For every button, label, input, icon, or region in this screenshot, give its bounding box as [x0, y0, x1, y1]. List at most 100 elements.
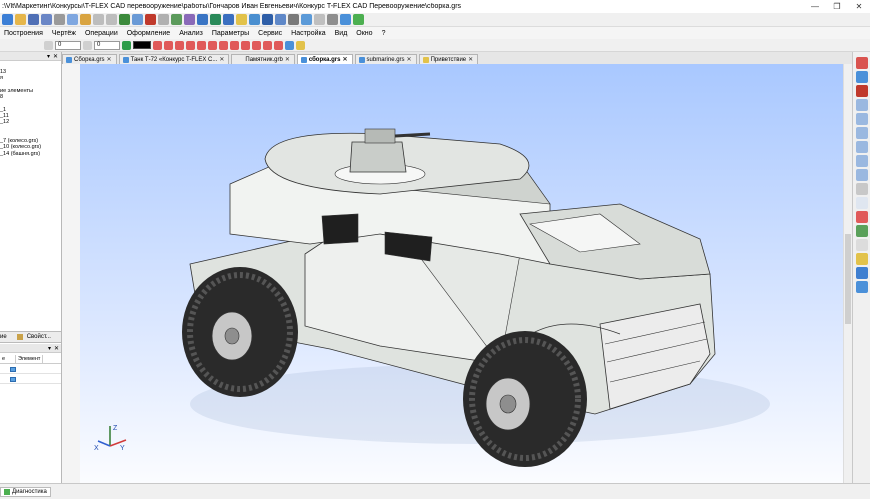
close-button[interactable]: ✕ [848, 0, 870, 13]
doc-tab-close-icon[interactable]: ✕ [107, 56, 112, 63]
style-icon-9[interactable] [241, 40, 250, 50]
color-icon[interactable] [122, 40, 131, 50]
style-icon-10[interactable] [252, 40, 261, 50]
column-type[interactable]: е [0, 355, 16, 363]
fit-icon[interactable] [855, 127, 868, 139]
pan-icon[interactable] [855, 57, 868, 69]
menu-constructions[interactable]: Построения [0, 30, 48, 37]
grid-icon[interactable] [855, 197, 868, 209]
new-icon[interactable] [2, 14, 13, 25]
search-icon[interactable] [855, 169, 868, 181]
material-icon[interactable] [249, 14, 260, 25]
style-icon-8[interactable] [230, 40, 239, 50]
panel-menu-icon[interactable]: ▾ [47, 53, 50, 60]
measure-icon[interactable] [197, 14, 208, 25]
display-icon[interactable] [855, 281, 868, 293]
style-icon-11[interactable] [263, 40, 272, 50]
orbit-icon[interactable] [855, 183, 868, 195]
style-icon-1[interactable] [153, 40, 162, 50]
zoom-in-icon[interactable] [855, 141, 868, 153]
shield-icon[interactable] [210, 14, 221, 25]
menu-drawing[interactable]: Чертёж [48, 30, 81, 37]
pen-icon[interactable] [119, 14, 130, 25]
copy-icon[interactable] [67, 14, 78, 25]
undo-view-icon[interactable] [855, 71, 868, 83]
doc-tab[interactable]: submarine.grs ✕ [354, 54, 417, 64]
style-icon-6[interactable] [208, 40, 217, 50]
explode-icon[interactable] [288, 14, 299, 25]
zoom-out-icon[interactable] [855, 155, 868, 167]
help-icon[interactable] [353, 14, 364, 25]
box-icon[interactable] [855, 253, 868, 265]
material-dots-icon[interactable] [855, 225, 868, 237]
zoom-window-icon[interactable] [855, 113, 868, 125]
cube-icon[interactable] [223, 14, 234, 25]
doc-tab-close-icon[interactable]: ✕ [407, 56, 412, 63]
doc-tab[interactable]: Танк Т-72 «Конкурс T-FLEX С... ✕ [118, 54, 230, 64]
panel-close-icon[interactable]: ✕ [53, 53, 58, 60]
3d-viewport[interactable]: Z Y X [80, 64, 852, 483]
menu-service[interactable]: Сервис [254, 30, 287, 37]
menu-view[interactable]: Вид [331, 30, 353, 37]
undo-icon[interactable] [93, 14, 104, 25]
vertical-scrollbar[interactable] [843, 64, 852, 483]
diagnostics-row[interactable] [0, 365, 61, 374]
menu-window[interactable]: Окно [352, 30, 377, 37]
menu-operations[interactable]: Операции [81, 30, 123, 37]
zoom-icon[interactable] [855, 99, 868, 111]
shade-icon[interactable] [855, 267, 868, 279]
color-dots-icon[interactable] [855, 211, 868, 223]
doc-tab-close-icon[interactable]: ✕ [342, 56, 347, 63]
filter-icon[interactable] [158, 14, 169, 25]
style-icon-14[interactable] [296, 40, 305, 50]
style-icon-2[interactable] [164, 40, 173, 50]
save-icon[interactable] [28, 14, 39, 25]
open-icon[interactable] [15, 14, 26, 25]
tab-tree[interactable]: ие [0, 334, 7, 340]
doc-tab[interactable]: Памятник.grb ✕ [231, 54, 295, 64]
tree-item[interactable]: _14 (башня.grs) [0, 151, 61, 157]
scroll-thumb[interactable] [845, 234, 851, 324]
diagnostics-tab[interactable]: Диагностика [0, 486, 51, 497]
redo-icon[interactable] [106, 14, 117, 25]
print-icon[interactable] [327, 14, 338, 25]
column-element[interactable]: Элемент [16, 355, 44, 363]
doc-tab[interactable]: Сборка.grs ✕ [62, 54, 117, 64]
layer-icon[interactable] [44, 40, 53, 50]
magnet-icon[interactable] [855, 85, 868, 97]
menu-help[interactable]: ? [378, 30, 391, 37]
settings-icon[interactable] [340, 14, 351, 25]
cut-icon[interactable] [54, 14, 65, 25]
tab-properties[interactable]: Свойст... [27, 334, 51, 340]
save-all-icon[interactable] [41, 14, 52, 25]
menu-parameters[interactable]: Параметры [208, 30, 254, 37]
view-icon[interactable] [132, 14, 143, 25]
diagnostics-row[interactable] [0, 375, 61, 384]
minimize-button[interactable]: — [804, 0, 826, 13]
light-icon[interactable] [236, 14, 247, 25]
style-icon-4[interactable] [186, 40, 195, 50]
menu-annotation[interactable]: Оформление [123, 30, 175, 37]
doc-tab-close-icon[interactable]: ✕ [468, 56, 473, 63]
style-icon-7[interactable] [219, 40, 228, 50]
style-icon-13[interactable] [285, 40, 294, 50]
doc-tab-close-icon[interactable]: ✕ [219, 56, 224, 63]
section-icon[interactable] [275, 14, 286, 25]
level-icon[interactable] [83, 40, 92, 50]
render-icon[interactable] [262, 14, 273, 25]
select-icon[interactable] [145, 14, 156, 25]
layer-field[interactable]: 0 [55, 40, 81, 50]
doc-tab-close-icon[interactable]: ✕ [285, 56, 290, 63]
paste-icon[interactable] [80, 14, 91, 25]
level-field[interactable]: 0 [94, 40, 120, 50]
style-icon-5[interactable] [197, 40, 206, 50]
doc-tab[interactable]: Приветствие ✕ [418, 54, 479, 64]
color-swatch[interactable] [133, 41, 151, 49]
style-icon-3[interactable] [175, 40, 184, 50]
menu-settings[interactable]: Настройка [287, 30, 330, 37]
maximize-button[interactable]: ❐ [826, 0, 848, 13]
doc-tab-active[interactable]: сборка.grs ✕ [296, 54, 353, 64]
diagnostics-close-icon[interactable]: ✕ [54, 345, 59, 352]
style-icon-12[interactable] [274, 40, 283, 50]
menu-analysis[interactable]: Анализ [175, 30, 208, 37]
